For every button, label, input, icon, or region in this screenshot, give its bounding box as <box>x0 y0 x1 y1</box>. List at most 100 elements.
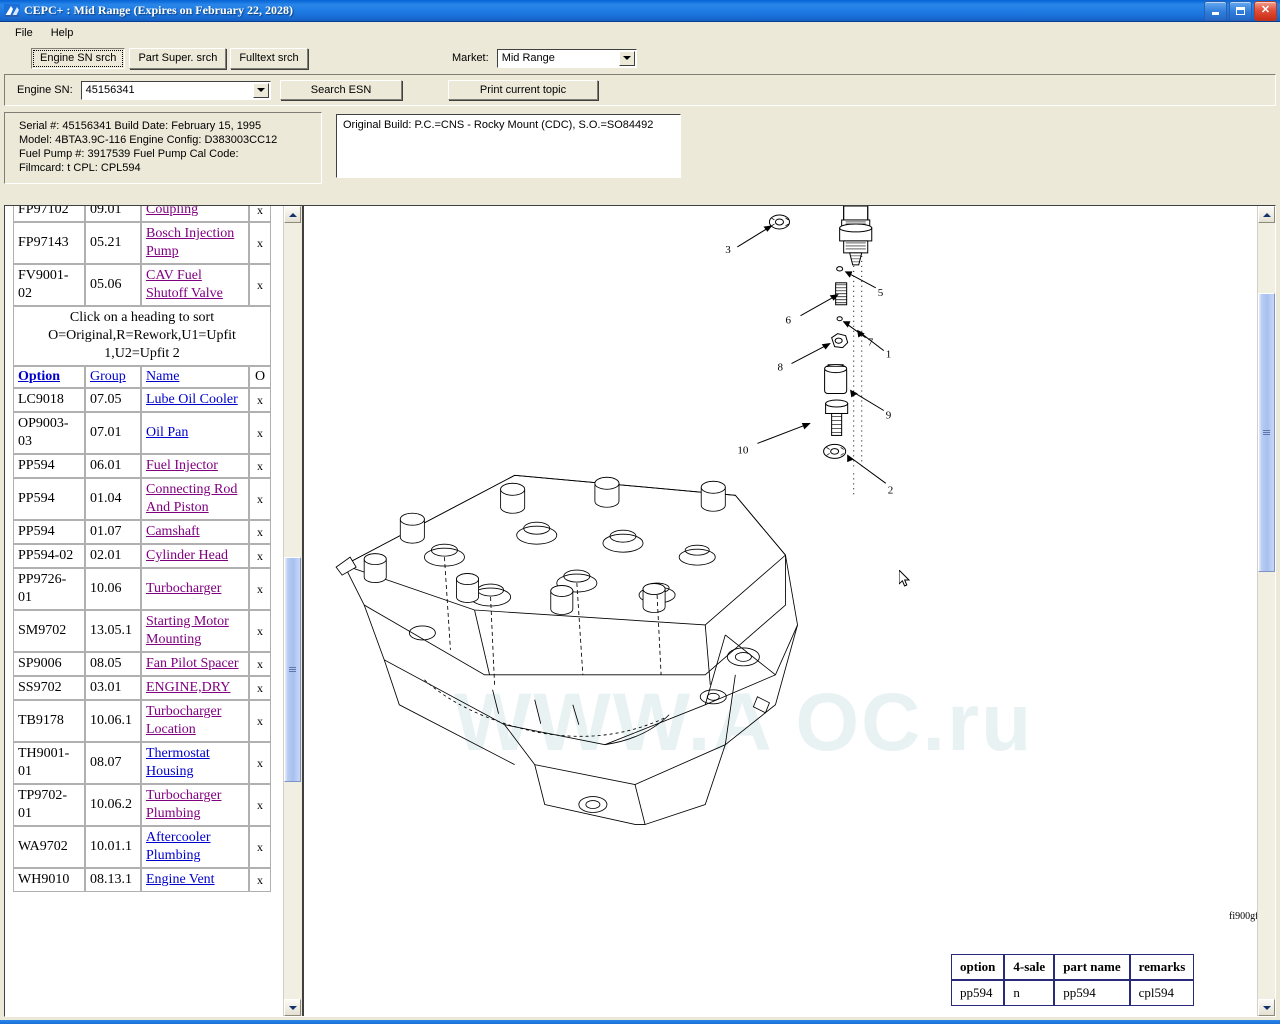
search-esn-button[interactable]: Search ESN <box>280 80 402 100</box>
cell-name[interactable]: Turbocharger Plumbing <box>141 784 249 826</box>
option-link[interactable]: Camshaft <box>146 524 200 539</box>
option-link[interactable]: CAV Fuel Shutoff Valve <box>146 268 223 301</box>
cell-group: 02.01 <box>85 544 141 568</box>
tab-part-super-srch[interactable]: Part Super. srch <box>129 47 227 69</box>
tab-engine-sn-srch[interactable]: Engine SN srch <box>31 47 126 69</box>
sort-link-option[interactable]: Option <box>18 369 60 384</box>
cell-name[interactable]: Bosch Injection Pump <box>141 222 249 264</box>
cell-name[interactable]: Camshaft <box>141 520 249 544</box>
cell-option: PP594 <box>13 520 85 544</box>
maximize-restore-button[interactable] <box>1229 0 1252 21</box>
right-pane-scrollbar[interactable] <box>1257 206 1275 1016</box>
engine-sn-label: Engine SN: <box>17 84 73 96</box>
table-row[interactable]: TH9001-01 08.07 Thermostat Housing x <box>13 742 271 784</box>
option-link[interactable]: Aftercooler Plumbing <box>146 830 211 863</box>
left-pane-scrollbar[interactable] <box>283 206 301 1016</box>
cell-name[interactable]: Engine Vent <box>141 868 249 892</box>
scrollbar-grip-icon <box>1263 429 1270 436</box>
menu-item-help[interactable]: Help <box>42 25 83 41</box>
cell-name[interactable]: Thermostat Housing <box>141 742 249 784</box>
table-row[interactable]: SS9702 03.01 ENGINE,DRY x <box>13 676 271 700</box>
cell-name[interactable]: Turbocharger Location <box>141 700 249 742</box>
cell-part-name: pp594 <box>1054 980 1130 1006</box>
cell-o: x <box>249 206 271 222</box>
cell-option: FV9001-02 <box>13 264 85 306</box>
table-row[interactable]: TB9178 10.06.1 Turbocharger Location x <box>13 700 271 742</box>
close-button[interactable]: ✕ <box>1254 0 1277 21</box>
table-row[interactable]: PP594 01.04 Connecting Rod And Piston x <box>13 478 271 520</box>
option-link[interactable]: Engine Vent <box>146 872 215 887</box>
scroll-down-button[interactable] <box>284 999 301 1016</box>
table-row[interactable]: SP9006 08.05 Fan Pilot Spacer x <box>13 652 271 676</box>
cell-name[interactable]: ENGINE,DRY <box>141 676 249 700</box>
svg-text:2: 2 <box>888 484 894 496</box>
table-row[interactable]: WA9702 10.01.1 Aftercooler Plumbing x <box>13 826 271 868</box>
option-link[interactable]: Turbocharger Plumbing <box>146 788 221 821</box>
table-row[interactable]: PP594-02 02.01 Cylinder Head x <box>13 544 271 568</box>
print-current-topic-button[interactable]: Print current topic <box>448 80 598 100</box>
table-row[interactable]: PP594 06.01 Fuel Injector x <box>13 454 271 478</box>
cell-name[interactable]: Fuel Injector <box>141 454 249 478</box>
option-link[interactable]: Thermostat Housing <box>146 746 210 779</box>
option-link[interactable]: Fuel Injector <box>146 458 218 473</box>
chevron-down-icon[interactable] <box>252 82 269 98</box>
table-row[interactable]: FP97102 09.01 Coupling x <box>13 206 271 222</box>
cell-option: OP9003-03 <box>13 412 85 454</box>
cell-name[interactable]: Coupling <box>141 206 249 222</box>
cell-o: x <box>249 454 271 478</box>
option-link[interactable]: Oil Pan <box>146 425 188 440</box>
table-row[interactable]: PP9726-01 10.06 Turbocharger x <box>13 568 271 610</box>
cell-option: WH9010 <box>13 868 85 892</box>
cell-o: x <box>249 742 271 784</box>
cell-name[interactable]: Lube Oil Cooler <box>141 388 249 412</box>
sort-link-name[interactable]: Name <box>146 369 179 384</box>
cell-name[interactable]: Aftercooler Plumbing <box>141 826 249 868</box>
table-row[interactable]: FP97143 05.21 Bosch Injection Pump x <box>13 222 271 264</box>
menu-item-file[interactable]: File <box>6 25 42 41</box>
table-row[interactable]: LC9018 07.05 Lube Oil Cooler x <box>13 388 271 412</box>
scrollbar-thumb[interactable] <box>284 557 301 782</box>
cell-name[interactable]: Oil Pan <box>141 412 249 454</box>
option-link[interactable]: Starting Motor Mounting <box>146 614 229 647</box>
scroll-down-button[interactable] <box>1258 999 1275 1016</box>
option-link[interactable]: Connecting Rod And Piston <box>146 482 237 515</box>
minimize-button[interactable] <box>1204 0 1227 21</box>
option-link[interactable]: Coupling <box>146 206 198 217</box>
table-row[interactable]: WH9010 08.13.1 Engine Vent x <box>13 868 271 892</box>
cell-name[interactable]: Connecting Rod And Piston <box>141 478 249 520</box>
table-row[interactable]: SM9702 13.05.1 Starting Motor Mounting x <box>13 610 271 652</box>
sort-link-group[interactable]: Group <box>90 369 126 384</box>
tab-fulltext-srch[interactable]: Fulltext srch <box>230 47 308 69</box>
cell-name[interactable]: Starting Motor Mounting <box>141 610 249 652</box>
svg-text:10: 10 <box>737 444 749 456</box>
header-name[interactable]: Name <box>141 366 249 388</box>
header-option[interactable]: Option <box>13 366 85 388</box>
scroll-up-button[interactable] <box>284 206 301 223</box>
cell-name[interactable]: Turbocharger <box>141 568 249 610</box>
header-group[interactable]: Group <box>85 366 141 388</box>
cell-name[interactable]: Cylinder Head <box>141 544 249 568</box>
table-row[interactable]: PP594 01.07 Camshaft x <box>13 520 271 544</box>
market-dropdown[interactable]: Mid Range <box>496 48 637 68</box>
table-row[interactable]: OP9003-03 07.01 Oil Pan x <box>13 412 271 454</box>
table-row[interactable]: FV9001-02 05.06 CAV Fuel Shutoff Valve x <box>13 264 271 306</box>
scroll-up-button[interactable] <box>1258 206 1275 223</box>
cell-group: 08.13.1 <box>85 868 141 892</box>
content-area: FP97102 09.01 Coupling x FP97143 05.21 B… <box>4 205 1276 1017</box>
option-link[interactable]: Turbocharger <box>146 581 221 596</box>
engine-sn-input[interactable]: 45156341 <box>80 80 271 100</box>
table-row[interactable]: TP9702-01 10.06.2 Turbocharger Plumbing x <box>13 784 271 826</box>
cell-o: x <box>249 826 271 868</box>
cell-name[interactable]: CAV Fuel Shutoff Valve <box>141 264 249 306</box>
option-link[interactable]: Turbocharger Location <box>146 704 221 737</box>
scrollbar-thumb[interactable] <box>1258 293 1275 572</box>
option-link[interactable]: Lube Oil Cooler <box>146 392 238 407</box>
option-link[interactable]: Cylinder Head <box>146 548 228 563</box>
cell-group: 05.06 <box>85 264 141 306</box>
chevron-down-icon[interactable] <box>618 50 635 66</box>
cell-name[interactable]: Fan Pilot Spacer <box>141 652 249 676</box>
option-link[interactable]: Fan Pilot Spacer <box>146 656 239 671</box>
option-link[interactable]: Bosch Injection Pump <box>146 226 234 259</box>
cell-option: pp594 <box>951 980 1005 1006</box>
option-link[interactable]: ENGINE,DRY <box>146 680 230 695</box>
